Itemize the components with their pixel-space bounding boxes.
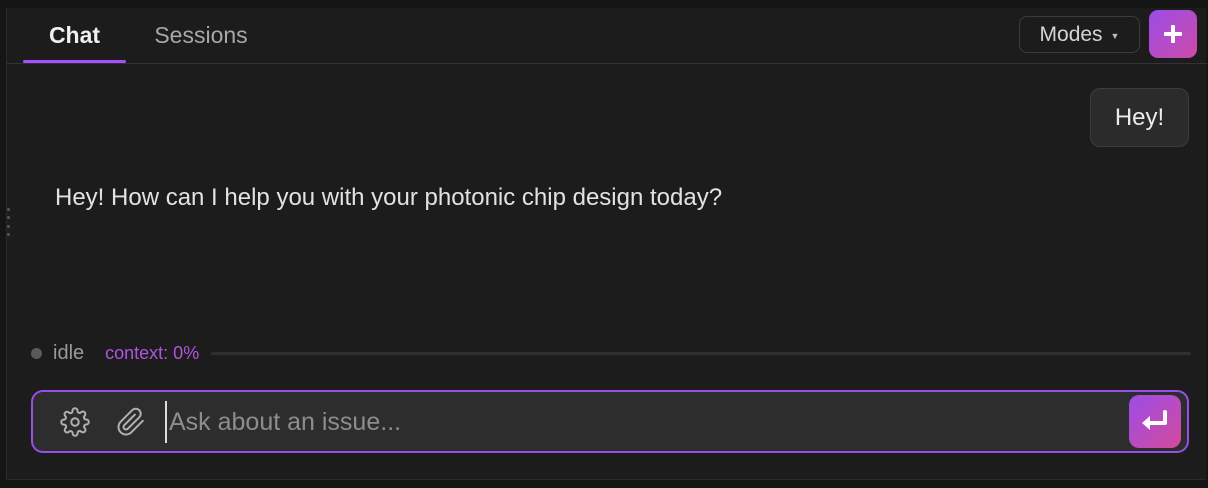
chat-input-box bbox=[31, 390, 1189, 453]
chat-panel: Chat Sessions Modes ▼ Hey! Hey! How can … bbox=[6, 8, 1207, 480]
attach-button[interactable] bbox=[113, 404, 149, 440]
status-text: idle bbox=[53, 341, 85, 364]
status-indicator-dot bbox=[31, 347, 42, 359]
assistant-message: Hey! How can I help you with your photon… bbox=[55, 184, 723, 211]
context-usage-bar bbox=[211, 351, 1191, 355]
send-button[interactable] bbox=[1129, 395, 1181, 448]
new-chat-button[interactable] bbox=[1149, 10, 1197, 58]
modes-label: Modes bbox=[1039, 22, 1103, 46]
modes-dropdown[interactable]: Modes ▼ bbox=[1019, 16, 1140, 53]
gear-icon bbox=[60, 407, 90, 437]
settings-button[interactable] bbox=[57, 404, 93, 440]
enter-icon bbox=[1142, 409, 1167, 430]
user-message-text: Hey! bbox=[1114, 103, 1165, 131]
plus-icon bbox=[1164, 25, 1182, 43]
resize-handle[interactable] bbox=[7, 208, 11, 236]
tab-chat[interactable]: Chat bbox=[23, 8, 126, 63]
status-bar: idle context: 0% bbox=[29, 340, 1191, 366]
chat-header: Chat Sessions Modes ▼ bbox=[7, 8, 1207, 64]
tab-sessions[interactable]: Sessions bbox=[137, 8, 265, 62]
user-message: Hey! bbox=[1090, 88, 1189, 147]
context-usage-label: context: 0% bbox=[105, 342, 200, 363]
chat-input[interactable] bbox=[165, 401, 1125, 443]
caret-down-icon: ▼ bbox=[1110, 30, 1120, 41]
paperclip-icon bbox=[117, 407, 144, 436]
